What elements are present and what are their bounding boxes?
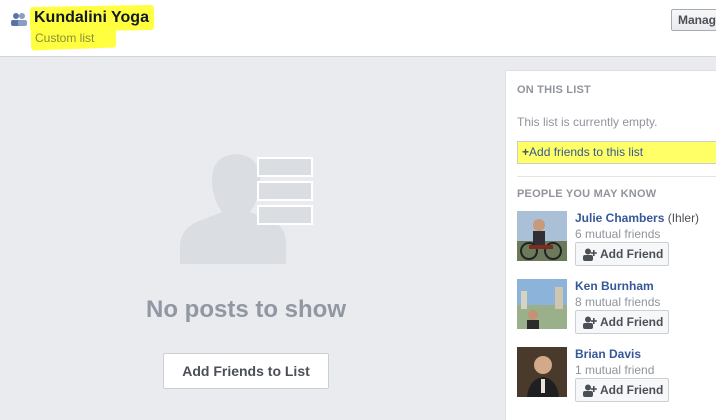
right-rail: ON THIS LIST This list is currently empt…: [505, 70, 716, 420]
empty-feed-icon: [180, 154, 313, 264]
mutual-friends-link[interactable]: 1 mutual friend: [575, 363, 654, 377]
avatar[interactable]: [517, 279, 567, 329]
plus-icon: +: [522, 145, 530, 159]
list-header: Kundalini Yoga Custom list Manag: [0, 0, 716, 57]
avatar[interactable]: [517, 211, 567, 261]
friends-list-icon: [11, 13, 27, 26]
empty-state-message: No posts to show: [146, 296, 346, 323]
manage-list-button[interactable]: Manag: [671, 9, 716, 31]
person-name-link[interactable]: Brian Davis: [575, 347, 641, 361]
person-name-link[interactable]: Julie Chambers (Ihler): [575, 211, 699, 225]
pymk-item: Julie Chambers (Ihler) 6 mutual friends …: [517, 211, 716, 271]
person-name-link[interactable]: Ken Burnham: [575, 279, 654, 293]
mutual-friends-link[interactable]: 8 mutual friends: [575, 295, 660, 309]
add-friend-icon: [583, 248, 597, 261]
pymk-item: Ken Burnham 8 mutual friends Add Friend: [517, 279, 716, 339]
add-friends-input-label: Add friends to this list: [529, 145, 644, 159]
pymk-item: Brian Davis 1 mutual friend Add Friend: [517, 347, 716, 407]
avatar[interactable]: [517, 347, 567, 397]
pymk-header: PEOPLE YOU MAY KNOW: [517, 188, 657, 200]
add-friends-to-list-button[interactable]: Add Friends to List: [163, 353, 329, 389]
list-feed: No posts to show Add Friends to List: [0, 58, 502, 416]
list-empty-text: This list is currently empty.: [517, 115, 658, 129]
section-divider: [517, 176, 716, 177]
add-friend-button[interactable]: Add Friend: [575, 378, 669, 402]
list-type-label: Custom list: [35, 31, 95, 45]
page-title[interactable]: Kundalini Yoga: [34, 9, 149, 27]
mutual-friends-link[interactable]: 6 mutual friends: [575, 227, 660, 241]
add-friend-button[interactable]: Add Friend: [575, 242, 669, 266]
add-friends-input[interactable]: +Add friends to this list: [517, 141, 716, 164]
add-friend-icon: [583, 316, 597, 329]
add-friend-icon: [583, 384, 597, 397]
on-list-header: ON THIS LIST: [517, 84, 591, 96]
add-friend-button[interactable]: Add Friend: [575, 310, 669, 334]
